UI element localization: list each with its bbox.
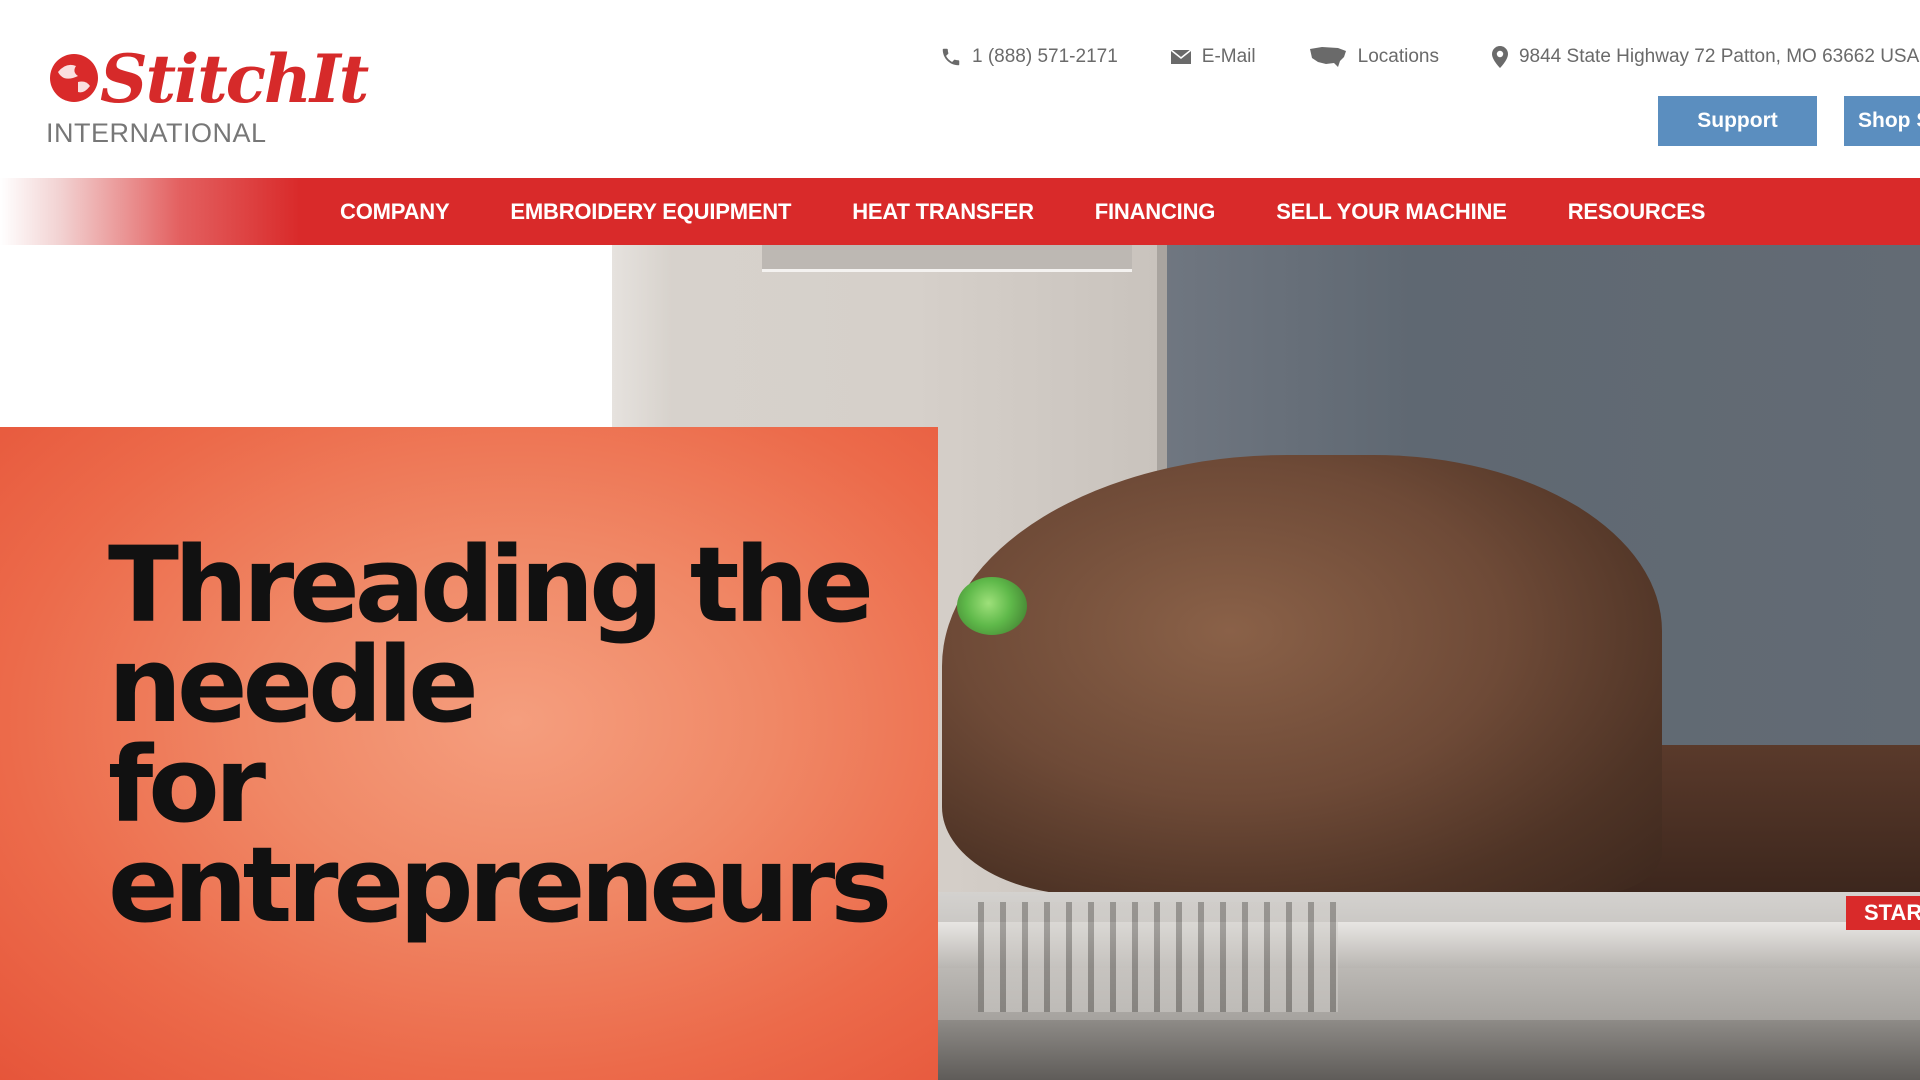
logo-wordmark: StitchIt	[100, 40, 369, 118]
nav-item-company[interactable]: COMPANY	[340, 199, 450, 225]
nav-item-financing[interactable]: FINANCING	[1095, 199, 1216, 225]
green-button	[957, 577, 1027, 635]
site-header: StitchIt INTERNATIONAL 1 (888) 571-2171 …	[0, 0, 1920, 178]
start-badge[interactable]: STAR	[1846, 896, 1920, 930]
shop-button[interactable]: Shop S	[1844, 96, 1920, 146]
hero-title-line: needle	[108, 624, 479, 746]
machine-slot	[762, 245, 1132, 272]
contact-bar: 1 (888) 571-2171 E-Mail Locations 9844 S…	[940, 44, 1919, 70]
hero-title: Threading the needle for entrepreneurs	[108, 524, 928, 946]
nav-item-sell-your-machine[interactable]: SELL YOUR MACHINE	[1276, 199, 1507, 225]
phone-number: 1 (888) 571-2171	[972, 46, 1118, 67]
mail-icon	[1170, 48, 1192, 66]
nav-item-heat-transfer[interactable]: HEAT TRANSFER	[852, 199, 1034, 225]
machine-base	[938, 1020, 1920, 1080]
phone-link[interactable]: 1 (888) 571-2171	[940, 46, 1118, 68]
address-link[interactable]: 9844 State Highway 72 Patton, MO 63662 U…	[1491, 45, 1919, 69]
address-text: 9844 State Highway 72 Patton, MO 63662 U…	[1518, 46, 1920, 67]
nav-items: COMPANY EMBROIDERY EQUIPMENT HEAT TRANSF…	[340, 178, 1705, 245]
main-nav: COMPANY EMBROIDERY EQUIPMENT HEAT TRANSF…	[0, 178, 1920, 245]
logo-subtitle: INTERNATIONAL	[46, 118, 267, 148]
hand-image	[942, 455, 1662, 892]
email-link[interactable]: E-Mail	[1170, 46, 1256, 68]
nav-item-embroidery-equipment[interactable]: EMBROIDERY EQUIPMENT	[510, 199, 791, 225]
machine-heads	[978, 902, 1338, 1012]
support-button[interactable]: Support	[1658, 96, 1817, 146]
locations-label: Locations	[1357, 46, 1439, 67]
hero-title-line: Threading the	[108, 524, 874, 646]
hero-title-line: entrepreneurs	[108, 824, 892, 946]
email-label: E-Mail	[1201, 46, 1256, 67]
stitchit-logo[interactable]: StitchIt INTERNATIONAL	[44, 46, 369, 150]
locations-link[interactable]: Locations	[1308, 45, 1439, 69]
map-pin-icon	[1491, 45, 1509, 69]
embroidery-machine-photo	[938, 892, 1920, 1080]
usa-map-icon	[1308, 45, 1348, 69]
phone-icon	[940, 46, 962, 68]
globe-icon	[50, 54, 98, 102]
hero-card: Threading the needle for entrepreneurs	[0, 427, 938, 1080]
nav-item-resources[interactable]: RESOURCES	[1568, 199, 1706, 225]
hero-title-line: for	[108, 724, 266, 846]
